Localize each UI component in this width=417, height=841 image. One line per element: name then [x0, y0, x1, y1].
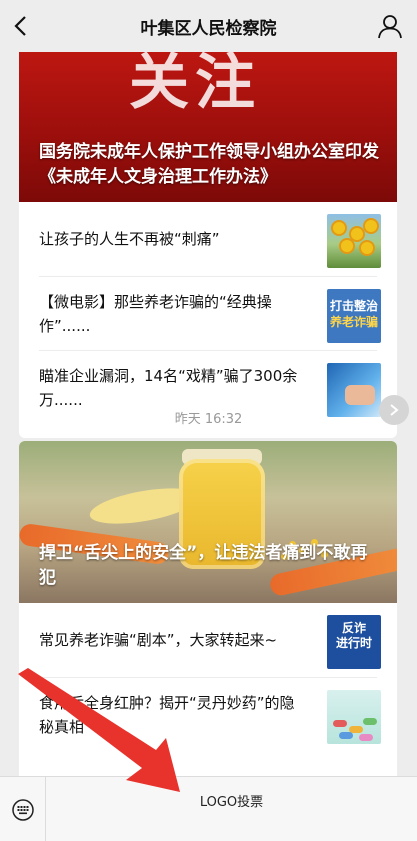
anti-fraud-thumbnail: 打击整治 养老诈骗: [327, 289, 381, 343]
page-title: 叶集区人民检察院: [140, 18, 277, 39]
article-title: 【微电影】那些养老诈骗的“经典操作”......: [39, 292, 272, 335]
message-feed[interactable]: 关注 国务院未成年人保护工作领导小组办公室印发《未成年人文身治理工作办法》 让孩…: [0, 52, 417, 776]
article-title: 常见养老诈骗“剧本”，大家转起来~: [39, 631, 278, 649]
keyboard-toggle-button[interactable]: [0, 777, 46, 841]
thumbnail-text: 反诈: [341, 621, 366, 635]
thumbnail-text: 打击整治: [329, 299, 378, 313]
article-title: 让孩子的人生不再被“刺痛”: [39, 230, 220, 248]
anti-fraud-thumbnail: 反诈 进行时: [327, 615, 381, 669]
hero-article[interactable]: 捍卫“舌尖上的安全”，让违法者痛到不敢再犯: [19, 441, 397, 603]
hero-article-title: 国务院未成年人保护工作领导小组办公室印发《未成年人文身治理工作办法》: [39, 142, 379, 187]
article-list-item[interactable]: 【微电影】那些养老诈骗的“经典操作”...... 打击整治 养老诈骗: [39, 276, 381, 350]
keyboard-icon: [11, 798, 34, 821]
bottom-menu-bar: LOGO投票: [0, 776, 417, 841]
article-list-item[interactable]: 常见养老诈骗“剧本”，大家转起来~ 反诈 进行时: [39, 603, 381, 677]
hero-image-text: 关注: [129, 52, 261, 118]
article-title: 食用后全身红肿？揭开“灵丹妙药”的隐秘真相: [39, 693, 295, 736]
message-timestamp: 昨天 16:32: [174, 412, 243, 427]
hero-article[interactable]: 关注 国务院未成年人保护工作领导小组办公室印发《未成年人文身治理工作办法》: [19, 52, 397, 202]
article-list-item[interactable]: 让孩子的人生不再被“刺痛”: [39, 202, 381, 276]
sunflower-thumbnail: [327, 214, 381, 268]
top-nav-bar: 叶集区人民检察院: [0, 0, 417, 52]
menu-item-logo-vote[interactable]: LOGO投票: [46, 777, 417, 829]
profile-icon[interactable]: [377, 13, 403, 39]
thumbnail-text: 养老诈骗: [329, 315, 378, 329]
article-title: 瞄准企业漏洞，14名“戏精”骗了300余万......: [39, 366, 298, 409]
pills-thumbnail: [327, 690, 381, 744]
back-arrow-icon[interactable]: [10, 14, 34, 38]
article-card: 捍卫“舌尖上的安全”，让违法者痛到不敢再犯 常见养老诈骗“剧本”，大家转起来~ …: [19, 441, 397, 776]
article-card: 关注 国务院未成年人保护工作领导小组办公室印发《未成年人文身治理工作办法》 让孩…: [19, 52, 397, 438]
hero-article-title: 捍卫“舌尖上的安全”，让违法者痛到不敢再犯: [39, 543, 368, 588]
article-list-item[interactable]: 食用后全身红肿？揭开“灵丹妙药”的隐秘真相: [39, 677, 381, 751]
thumbnail-text: 进行时: [335, 636, 372, 650]
